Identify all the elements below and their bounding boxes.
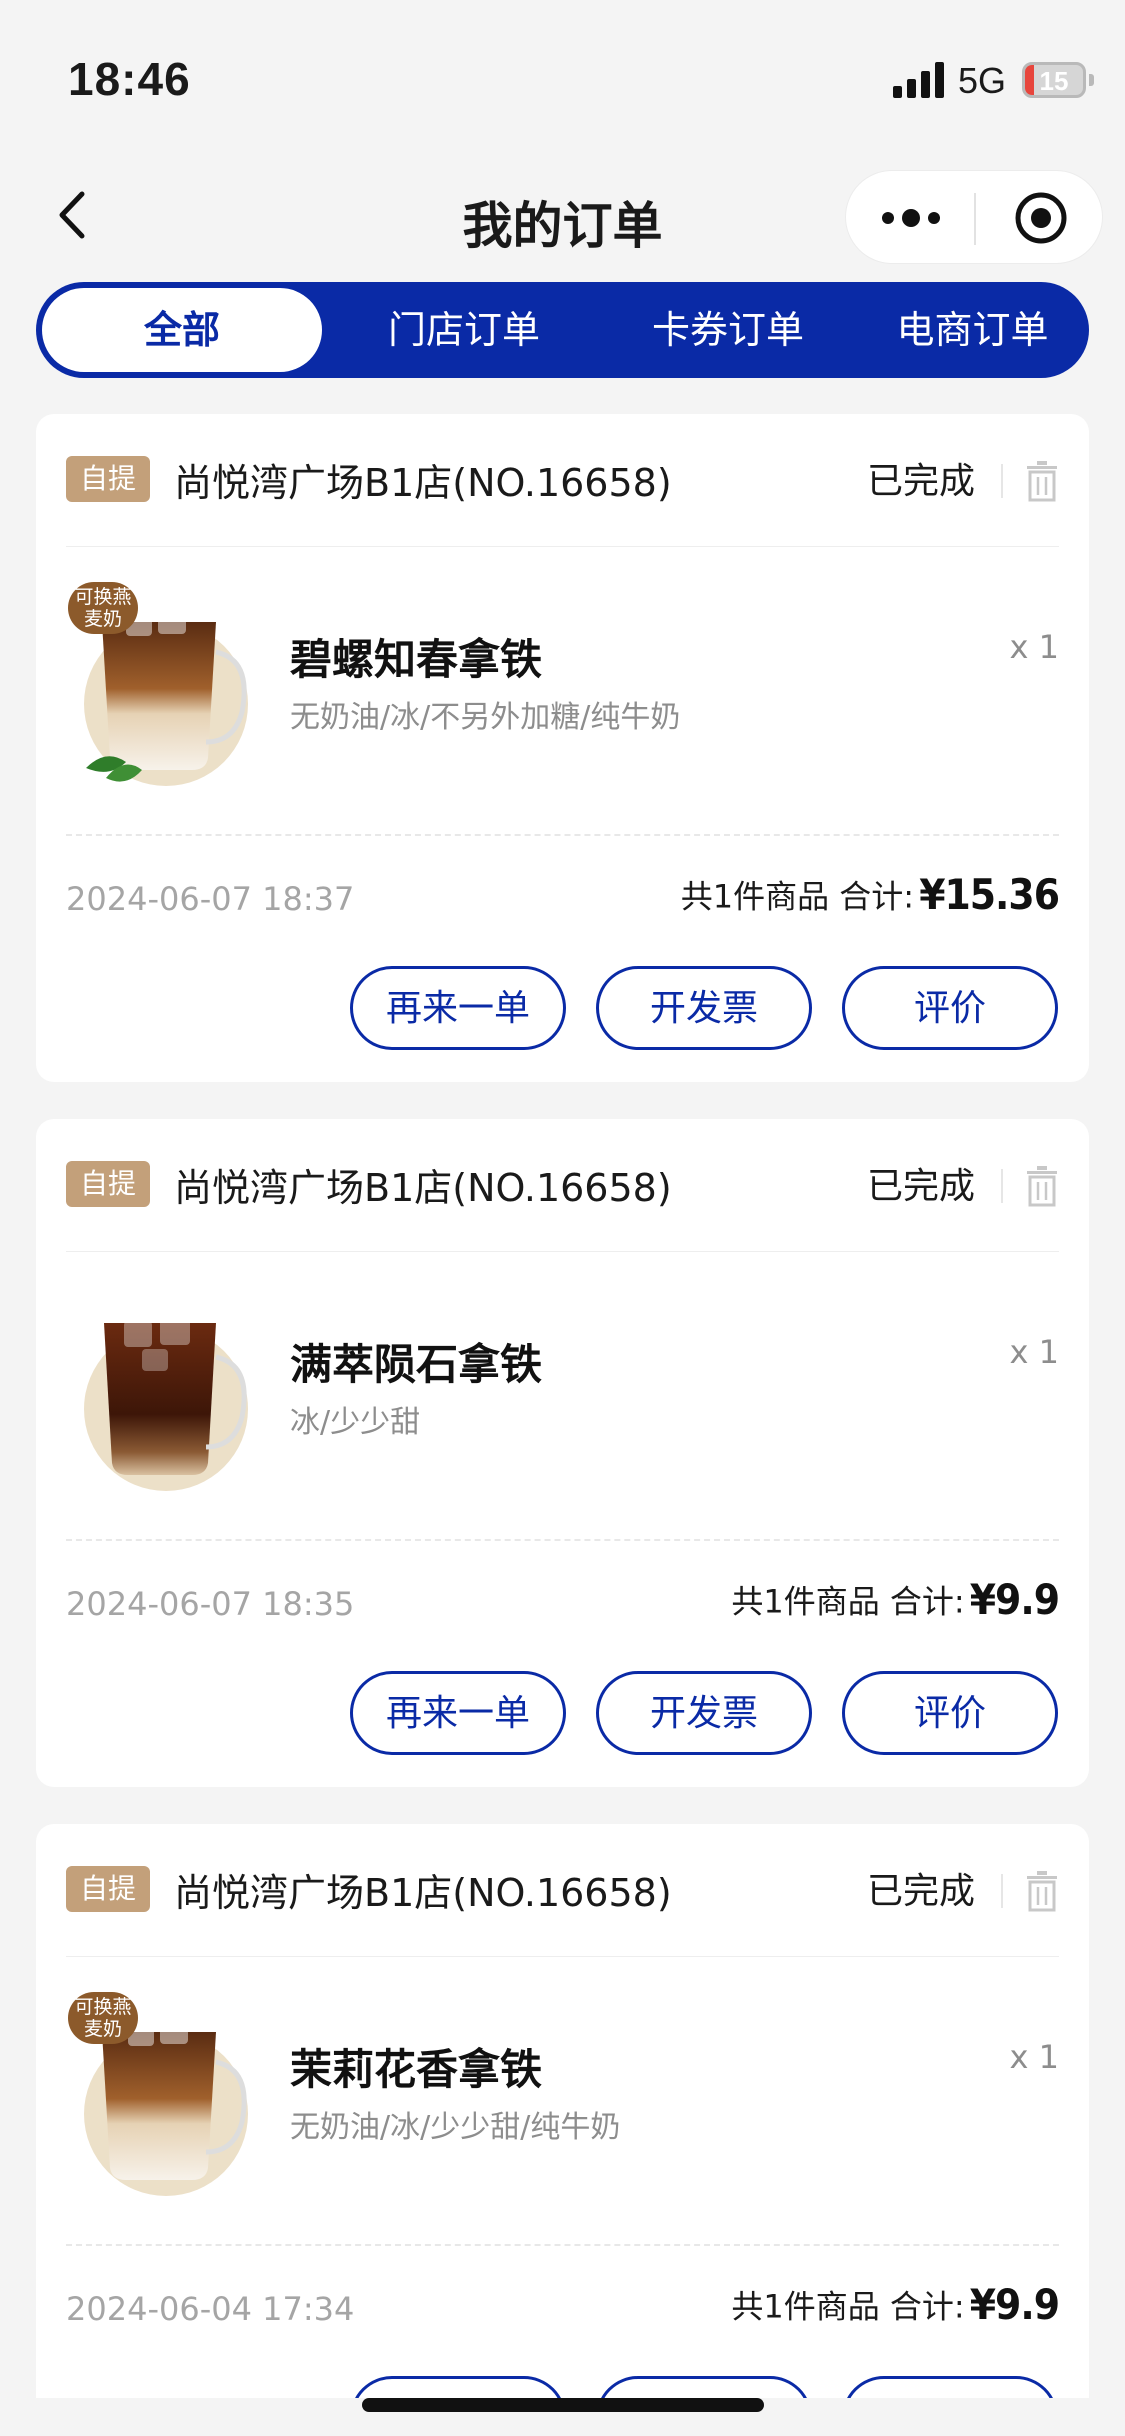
total-amount: ¥9.9 — [969, 2280, 1060, 2329]
tab-voucher-orders[interactable]: 卡券订单 — [592, 282, 864, 378]
trash-icon[interactable] — [1025, 460, 1059, 502]
order-total: 共1件商品 合计: ¥9.9 — [731, 1575, 1060, 1624]
order-status: 已完成 — [866, 1871, 975, 1912]
product-qty: x 1 — [1009, 628, 1059, 666]
divider — [66, 1251, 1059, 1252]
divider — [66, 546, 1059, 547]
total-amount: ¥15.36 — [919, 870, 1060, 919]
divider — [1001, 464, 1003, 498]
product-spec: 无奶油/冰/少少甜/纯牛奶 — [290, 2110, 621, 2145]
total-label: 共1件商品 合计: — [731, 2287, 965, 2326]
divider — [1001, 1874, 1003, 1908]
pickup-tag: 自提 — [66, 456, 150, 502]
divider — [66, 1956, 1059, 1957]
trash-icon[interactable] — [1025, 1870, 1059, 1912]
product-image — [84, 1317, 248, 1491]
order-tabs: 全部 门店订单 卡券订单 电商订单 — [36, 282, 1089, 378]
order-card: 自提 尚悦湾广场B1店(NO.16658) 已完成 可换燕麦奶 碧螺知春拿铁 无… — [36, 414, 1089, 1082]
battery-level: 15 — [1039, 66, 1069, 96]
order-time: 2024-06-04 17:34 — [66, 2290, 355, 2328]
battery-icon: 15 — [1022, 62, 1086, 98]
target-circle-icon[interactable] — [1014, 191, 1068, 245]
pickup-tag: 自提 — [66, 1161, 150, 1207]
battery-tip — [1089, 74, 1094, 86]
more-dots-icon[interactable] — [880, 201, 942, 235]
order-card: 自提 尚悦湾广场B1店(NO.16658) 已完成 满萃陨石拿铁 冰/少少甜 x… — [36, 1119, 1089, 1787]
product-qty: x 1 — [1009, 1333, 1059, 1371]
signal-icon — [893, 62, 945, 98]
divider — [66, 2244, 1059, 2246]
order-status: 已完成 — [866, 1166, 975, 1207]
review-button[interactable]: 评价 — [842, 1671, 1058, 1755]
tab-ecommerce-orders[interactable]: 电商订单 — [856, 282, 1089, 378]
product-spec: 无奶油/冰/不另外加糖/纯牛奶 — [290, 700, 681, 735]
network-label: 5G — [958, 60, 1007, 101]
oat-milk-badge: 可换燕麦奶 — [68, 582, 138, 634]
tab-all[interactable]: 全部 — [42, 288, 322, 372]
tab-store-orders[interactable]: 门店订单 — [328, 282, 600, 378]
product-name: 茉莉花香拿铁 — [290, 2045, 543, 2094]
store-name: 尚悦湾广场B1店(NO.16658) — [174, 1871, 672, 1915]
product-name: 满萃陨石拿铁 — [290, 1340, 543, 1389]
oat-milk-badge: 可换燕麦奶 — [68, 1992, 138, 2044]
mini-program-capsule — [845, 170, 1103, 264]
total-label: 共1件商品 合计: — [731, 1582, 965, 1621]
store-name: 尚悦湾广场B1店(NO.16658) — [174, 1166, 672, 1210]
store-name: 尚悦湾广场B1店(NO.16658) — [174, 461, 672, 505]
order-total: 共1件商品 合计: ¥9.9 — [731, 2280, 1060, 2329]
trash-icon[interactable] — [1025, 1165, 1059, 1207]
capsule-divider — [974, 193, 976, 245]
reorder-button[interactable]: 再来一单 — [350, 966, 566, 1050]
product-name: 碧螺知春拿铁 — [290, 635, 543, 684]
divider — [66, 834, 1059, 836]
divider — [66, 1539, 1059, 1541]
product-qty: x 1 — [1009, 2038, 1059, 2076]
divider — [1001, 1169, 1003, 1203]
review-button[interactable]: 评价 — [842, 966, 1058, 1050]
order-time: 2024-06-07 18:35 — [66, 1585, 355, 1623]
order-time: 2024-06-07 18:37 — [66, 880, 355, 918]
total-label: 共1件商品 合计: — [680, 877, 915, 916]
order-card: 自提 尚悦湾广场B1店(NO.16658) 已完成 可换燕麦奶 茉莉花香拿铁 无… — [36, 1824, 1089, 2436]
pickup-tag: 自提 — [66, 1866, 150, 1912]
order-status: 已完成 — [866, 461, 975, 502]
invoice-button[interactable]: 开发票 — [596, 966, 812, 1050]
home-indicator[interactable] — [362, 2398, 764, 2412]
order-total: 共1件商品 合计: ¥15.36 — [680, 870, 1060, 919]
total-amount: ¥9.9 — [969, 1575, 1060, 1624]
status-bar: 18:46 5G 15 — [0, 0, 1125, 150]
reorder-button[interactable]: 再来一单 — [350, 1671, 566, 1755]
invoice-button[interactable]: 开发票 — [596, 1671, 812, 1755]
product-spec: 冰/少少甜 — [290, 1405, 421, 1440]
status-time: 18:46 — [68, 53, 191, 105]
